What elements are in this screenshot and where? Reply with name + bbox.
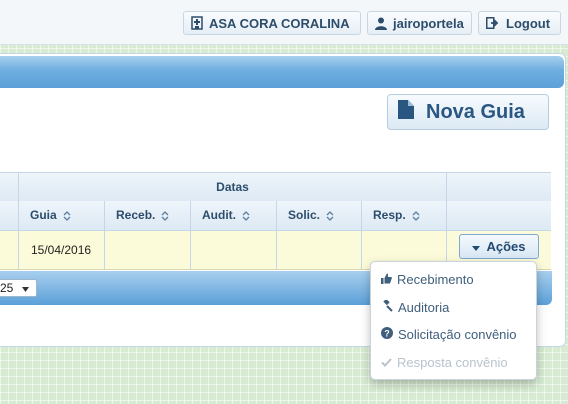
column-divider (446, 172, 447, 269)
nova-guia-button[interactable]: Nova Guia (387, 94, 549, 130)
column-header-audit[interactable]: Audit. (202, 208, 250, 222)
page-size-value: 25 (0, 281, 14, 295)
column-header-solic[interactable]: Solic. (288, 208, 334, 222)
column-divider (104, 201, 105, 269)
svg-text:?: ? (384, 328, 390, 338)
caret-down-icon (22, 281, 30, 295)
logout-icon (486, 17, 500, 29)
column-header-receb[interactable]: Receb. (116, 208, 169, 222)
unit-label: ASA CORA CORALINA (209, 15, 350, 31)
column-header-label: Receb. (116, 208, 156, 222)
menu-item-label: Solicitação convênio (398, 326, 517, 342)
logout-button[interactable]: Logout (478, 11, 561, 35)
unit-button[interactable]: ASA CORA CORALINA (183, 11, 361, 35)
acoes-button[interactable]: Ações (459, 234, 539, 259)
acoes-dropdown-menu: Recebimento Auditoria ? Solicitação conv… (370, 261, 537, 380)
guia-date-cell: 15/04/2016 (31, 243, 92, 257)
menu-item-label: Recebimento (397, 271, 474, 287)
menu-item-label: Auditoria (398, 299, 450, 315)
sort-icon (326, 210, 334, 221)
user-label: jairoportela (393, 15, 464, 31)
menu-item-solicitacao-convenio[interactable]: ? Solicitação convênio (381, 324, 517, 344)
datas-group-header: Datas (216, 180, 249, 194)
user-icon (375, 17, 387, 30)
column-divider (18, 172, 19, 269)
column-header-resp[interactable]: Resp. (373, 208, 420, 222)
sort-icon (242, 210, 250, 221)
file-icon (398, 99, 414, 125)
menu-item-recebimento[interactable]: Recebimento (381, 269, 474, 289)
sort-icon (412, 210, 420, 221)
column-header-label: Resp. (373, 208, 406, 222)
sort-icon (161, 210, 169, 221)
column-divider (361, 201, 362, 269)
panel-header-bar (0, 56, 564, 88)
logout-label: Logout (506, 15, 551, 31)
question-circle-icon: ? (381, 326, 393, 342)
column-header-label: Guia (30, 208, 57, 222)
hospital-icon (191, 16, 203, 30)
nova-guia-label: Nova Guia (426, 100, 525, 123)
thumbs-up-icon (381, 272, 392, 287)
column-divider (190, 201, 191, 269)
gavel-icon (381, 298, 393, 315)
user-button[interactable]: jairoportela (367, 11, 472, 35)
caret-down-icon (472, 239, 481, 254)
column-divider (276, 201, 277, 269)
table-group-header-row: Datas (0, 172, 551, 202)
column-header-guia[interactable]: Guia (30, 208, 71, 222)
acoes-label: Ações (486, 239, 526, 254)
column-header-label: Solic. (288, 208, 321, 222)
column-header-label: Audit. (202, 208, 236, 222)
check-icon (381, 355, 392, 370)
menu-item-auditoria[interactable]: Auditoria (381, 297, 449, 317)
menu-item-label: Resposta convênio (397, 354, 508, 370)
sort-icon (63, 210, 71, 221)
top-bar: ASA CORA CORALINA jairoportela Logout (0, 0, 568, 45)
page-size-select[interactable]: 25 (0, 279, 37, 297)
menu-item-resposta-convenio: Resposta convênio (381, 352, 508, 372)
